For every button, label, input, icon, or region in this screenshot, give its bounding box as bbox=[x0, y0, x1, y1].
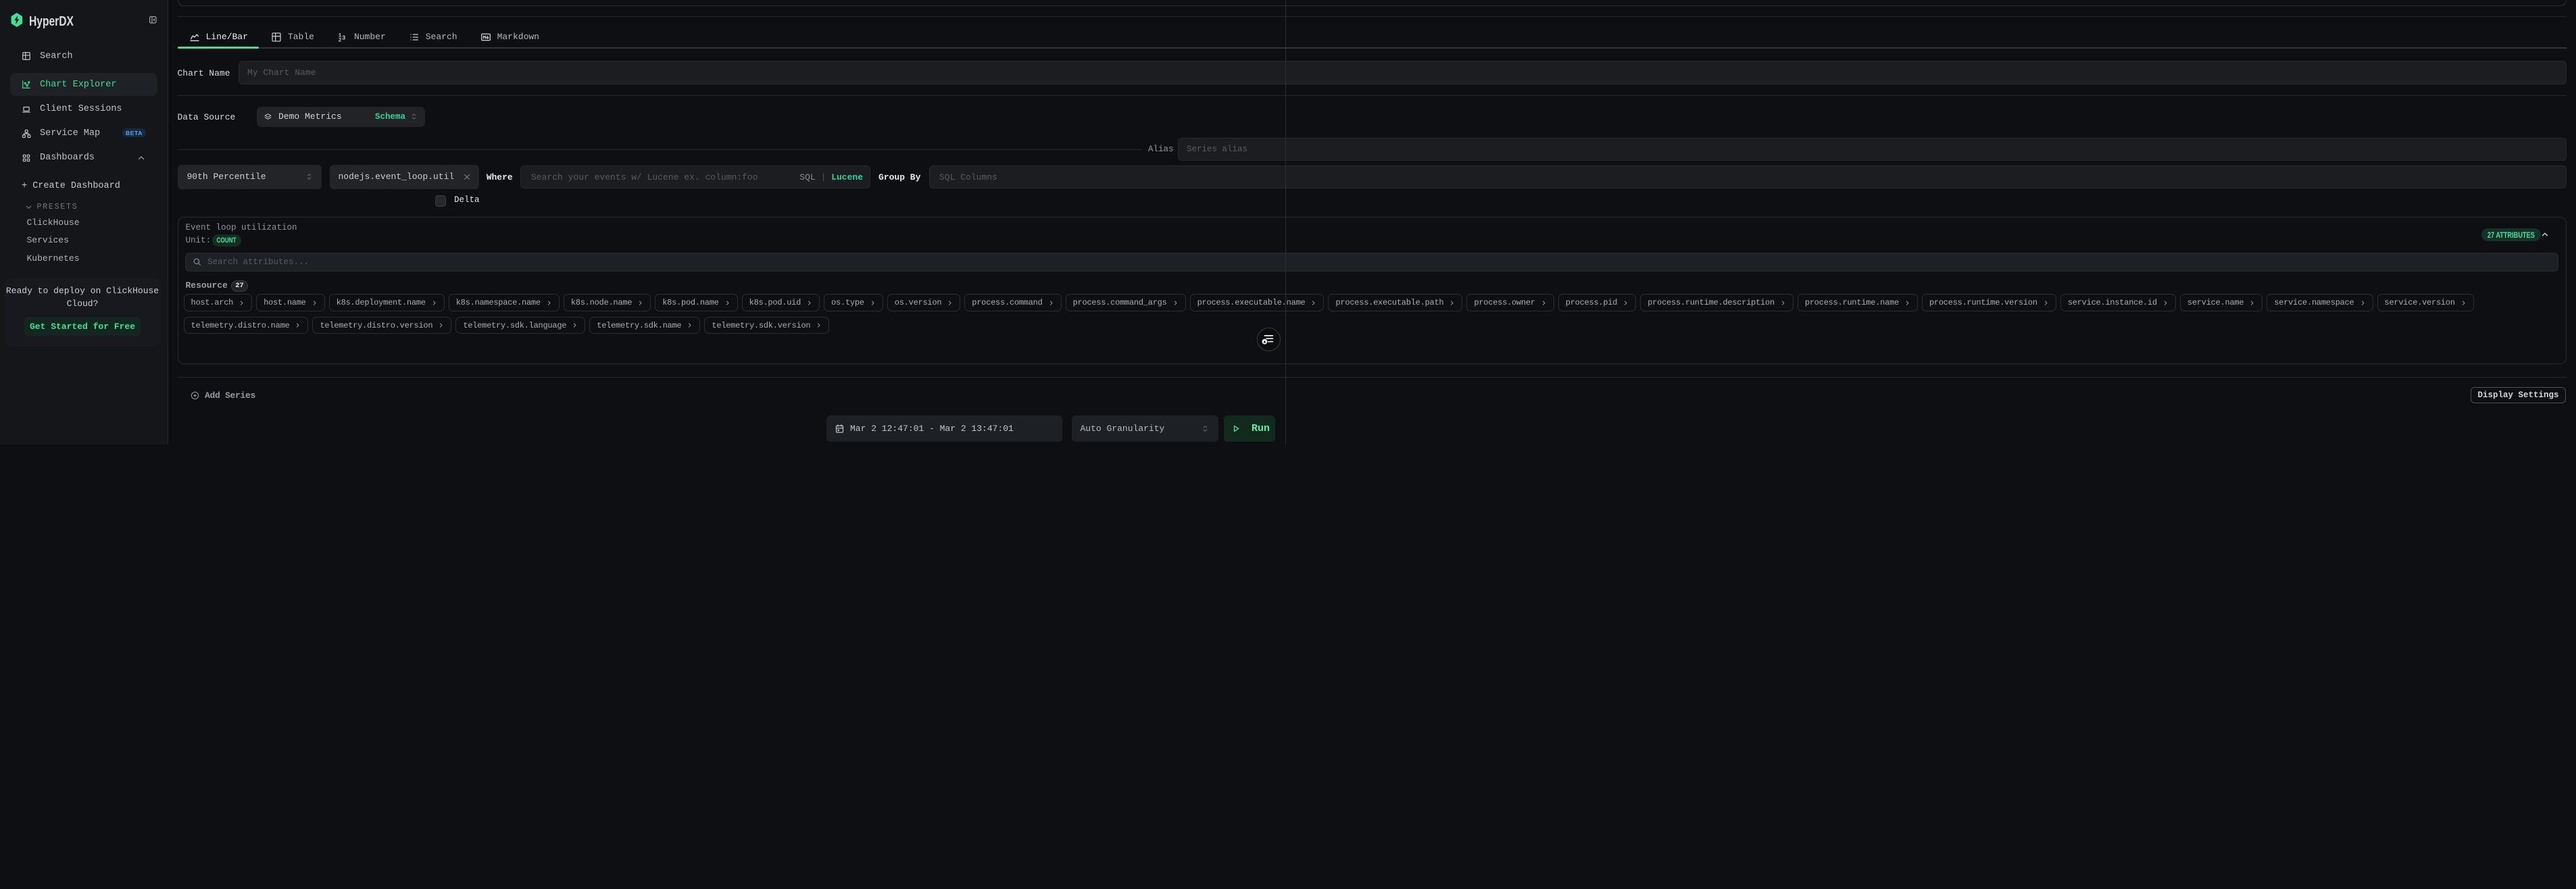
svg-text:2: 2 bbox=[339, 37, 342, 42]
svg-text:3: 3 bbox=[342, 34, 345, 41]
